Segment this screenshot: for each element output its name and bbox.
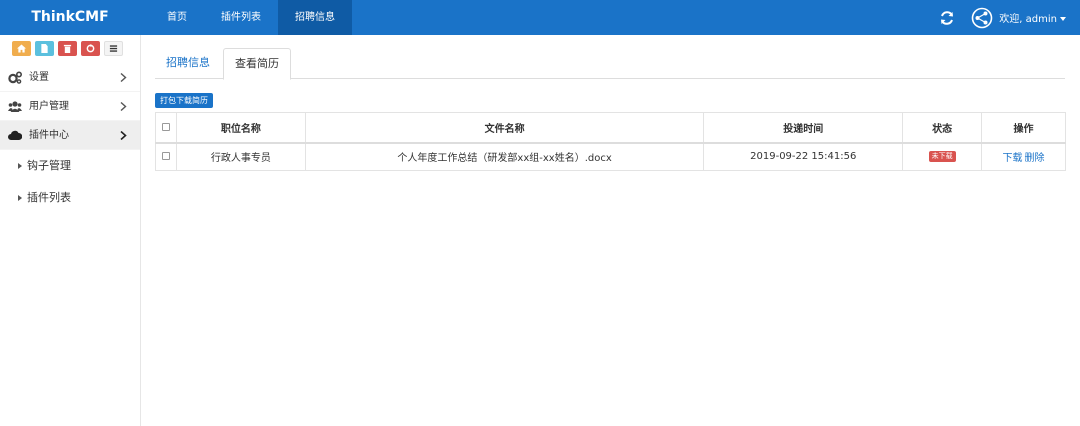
sidebar-item-plugin-center[interactable]: 插件中心 <box>0 121 140 150</box>
status-badge: 未下载 <box>928 151 956 162</box>
cell-actions: 下载 删除 <box>981 142 1066 171</box>
sidebar-subitem-plugin-list[interactable]: 插件列表 <box>0 182 140 214</box>
list-icon <box>109 45 118 52</box>
chevron-right-icon <box>120 102 127 111</box>
sidebar-subitem-label: 插件列表 <box>27 191 71 204</box>
cell-position: 行政人事专员 <box>175 142 306 171</box>
top-navbar: ThinkCMF 首页 插件列表 招聘信息 欢迎, admin <box>0 0 1080 35</box>
quick-file-button[interactable] <box>35 41 54 56</box>
caret-right-icon <box>18 195 22 201</box>
sidebar-item-settings[interactable]: 设置 <box>0 63 140 92</box>
nav-item-recruitment[interactable]: 招聘信息 <box>278 0 352 35</box>
sidebar-subitem-label: 钩子管理 <box>27 159 71 172</box>
tab-recruitment-info[interactable]: 招聘信息 <box>155 48 221 79</box>
table-header-row: 职位名称 文件名称 投递时间 状态 操作 <box>155 112 1066 144</box>
chevron-right-icon <box>120 131 127 140</box>
resume-table: 职位名称 文件名称 投递时间 状态 操作 行政人事专员 个人年度工作总结（研发部… <box>155 112 1066 171</box>
cell-status: 未下载 <box>902 142 983 171</box>
quick-list-button[interactable] <box>104 41 123 56</box>
tab-view-resumes[interactable]: 查看简历 <box>223 48 291 80</box>
avatar[interactable] <box>971 7 993 29</box>
sidebar-subitem-hooks[interactable]: 钩子管理 <box>0 150 140 182</box>
quick-buttons <box>0 35 140 56</box>
trash-icon <box>63 44 72 53</box>
quick-home-button[interactable] <box>12 41 31 56</box>
sidebar-item-user-management[interactable]: 用户管理 <box>0 92 140 121</box>
home-icon <box>17 44 26 53</box>
sidebar-item-label: 用户管理 <box>29 101 69 112</box>
user-menu[interactable]: 欢迎, admin <box>999 10 1066 25</box>
delete-link[interactable]: 删除 <box>1025 153 1045 164</box>
col-header-time: 投递时间 <box>703 112 904 144</box>
brand-logo[interactable]: ThinkCMF <box>0 0 140 35</box>
col-header-file: 文件名称 <box>304 112 705 144</box>
col-header-position: 职位名称 <box>175 112 306 144</box>
sidebar-item-label: 插件中心 <box>29 130 69 141</box>
cell-file: 个人年度工作总结（研发部xx组-xx姓名）.docx <box>304 142 705 171</box>
caret-down-icon <box>1060 17 1066 21</box>
select-all-cell <box>155 112 177 144</box>
col-header-status: 状态 <box>902 112 983 144</box>
users-icon <box>8 101 22 112</box>
download-link[interactable]: 下载 <box>1003 153 1023 164</box>
sidebar-menu: 设置 用户管理 插件中心 钩子管理 插件列表 <box>0 63 140 214</box>
row-checkbox[interactable] <box>161 152 170 161</box>
content-tabs: 招聘信息 查看简历 <box>155 48 1065 80</box>
file-icon <box>41 44 48 53</box>
select-all-checkbox[interactable] <box>161 122 170 131</box>
top-right-area: 欢迎, admin <box>939 0 1080 35</box>
nav-item-home[interactable]: 首页 <box>150 0 204 35</box>
pack-download-button[interactable]: 打包下载简历 <box>155 93 213 108</box>
gears-icon <box>8 71 22 84</box>
row-select-cell <box>155 142 177 171</box>
cloud-icon <box>8 130 22 140</box>
quick-recycle-button[interactable] <box>81 41 100 56</box>
quick-trash-button[interactable] <box>58 41 77 56</box>
chevron-right-icon <box>120 73 127 82</box>
refresh-icon[interactable] <box>939 10 955 26</box>
user-name: 欢迎, admin <box>999 14 1057 25</box>
sidebar: 设置 用户管理 插件中心 钩子管理 插件列表 <box>0 35 141 426</box>
recycle-icon <box>86 44 95 53</box>
top-nav: 首页 插件列表 招聘信息 <box>150 0 352 35</box>
sidebar-item-label: 设置 <box>29 72 49 83</box>
cell-time: 2019-09-22 15:41:56 <box>703 142 904 171</box>
table-row: 行政人事专员 个人年度工作总结（研发部xx组-xx姓名）.docx 2019-0… <box>155 142 1066 171</box>
nav-item-plugin-list[interactable]: 插件列表 <box>204 0 278 35</box>
col-header-actions: 操作 <box>981 112 1066 144</box>
caret-right-icon <box>18 163 22 169</box>
